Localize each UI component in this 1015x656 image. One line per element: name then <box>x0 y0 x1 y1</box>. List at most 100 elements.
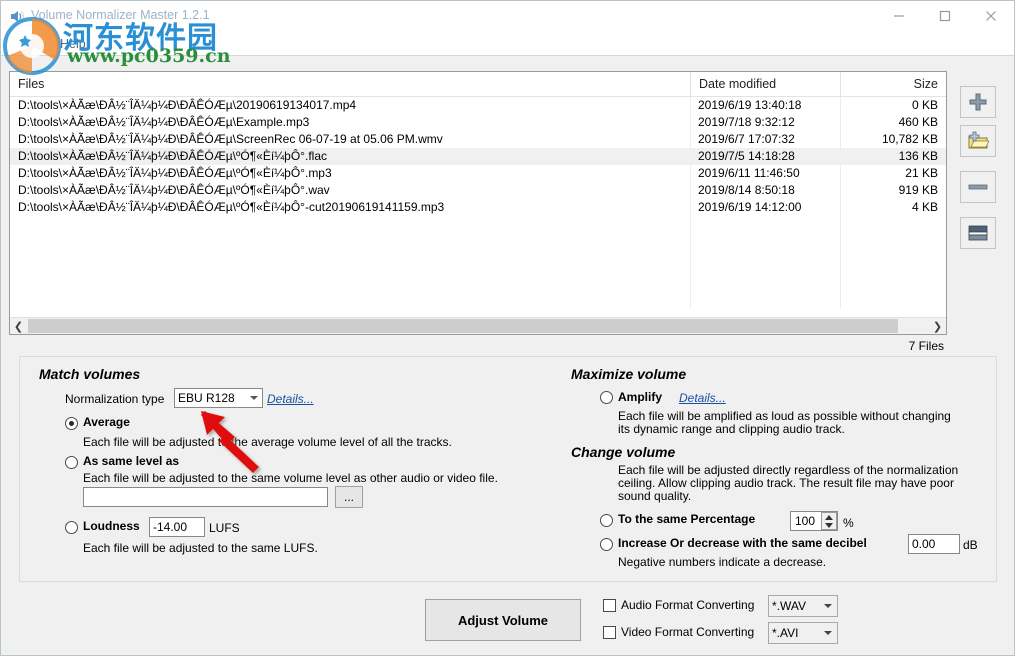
minimize-button[interactable] <box>876 1 922 31</box>
chevron-down-icon <box>250 396 258 400</box>
table-row[interactable]: D:\tools\×ÀÃæ\ÐÂ½¨ÎÄ¼þ¼Ð\ÐÂÊÓÆµ\ºÓ¶«Èí¼þ… <box>10 182 946 199</box>
clear-list-button[interactable] <box>960 217 996 249</box>
average-label: Average <box>83 415 130 429</box>
menu-separator <box>1 55 1014 56</box>
loudness-unit: LUFS <box>209 521 240 535</box>
radio-loudness[interactable] <box>65 521 78 534</box>
folder-plus-icon <box>967 130 989 152</box>
plus-icon <box>967 91 989 113</box>
file-date-modified: 2019/6/19 13:40:18 <box>698 97 801 114</box>
file-date-modified: 2019/6/11 11:46:50 <box>698 165 800 182</box>
change-volume-description-line2: ceiling. Allow clipping audio track. The… <box>618 476 1013 490</box>
video-format-select[interactable]: *.AVI <box>768 622 838 644</box>
column-header-date-modified[interactable]: Date modified <box>690 72 840 96</box>
file-list-header: Files Date modified Size <box>10 72 946 97</box>
file-size: 919 KB <box>840 182 938 199</box>
file-date-modified: 2019/7/18 9:32:12 <box>698 114 795 131</box>
column-header-size[interactable]: Size <box>840 72 946 96</box>
normalization-type-value: EBU R128 <box>178 391 235 405</box>
adjust-volume-button[interactable]: Adjust Volume <box>425 599 581 641</box>
audio-format-select[interactable]: *.WAV <box>768 595 838 617</box>
change-volume-title: Change volume <box>571 444 675 460</box>
stepper-down-icon[interactable] <box>822 521 836 529</box>
radio-as-same-level-as[interactable] <box>65 456 78 469</box>
add-file-button[interactable] <box>960 86 996 118</box>
audio-format-converting-label: Audio Format Converting <box>621 598 754 612</box>
horizontal-scrollbar[interactable]: ❮ ❯ <box>10 317 946 334</box>
file-size: 460 KB <box>840 114 938 131</box>
audio-format-converting-checkbox[interactable] <box>603 599 616 612</box>
match-volumes-title: Match volumes <box>39 366 140 382</box>
file-list-rows: D:\tools\×ÀÃæ\ÐÂ½¨ÎÄ¼þ¼Ð\ÐÂÊÓÆµ\20190619… <box>10 97 946 216</box>
to-same-percentage-label: To the same Percentage <box>618 512 755 526</box>
file-date-modified: 2019/6/19 14:12:00 <box>698 199 801 216</box>
amplify-description-line1: Each file will be amplified as loud as p… <box>618 409 1008 423</box>
decibel-note: Negative numbers indicate a decrease. <box>618 555 988 569</box>
audio-format-value: *.WAV <box>772 599 806 613</box>
add-folder-button[interactable] <box>960 125 996 157</box>
window-title: Volume Normalizer Master 1.2.1 <box>31 8 210 22</box>
radio-average[interactable] <box>65 417 78 430</box>
loudness-description: Each file will be adjusted to the same L… <box>83 541 463 555</box>
file-path: D:\tools\×ÀÃæ\ÐÂ½¨ÎÄ¼þ¼Ð\ÐÂÊÓÆµ\ºÓ¶«Èí¼þ… <box>18 148 327 165</box>
as-same-level-description: Each file will be adjusted to the same v… <box>83 471 563 485</box>
loudness-input[interactable]: -14.00 <box>149 517 205 537</box>
file-path: D:\tools\×ÀÃæ\ÐÂ½¨ÎÄ¼þ¼Ð\ÐÂÊÓÆµ\ºÓ¶«Èí¼þ… <box>18 165 332 182</box>
file-count-label: 7 Files <box>909 339 944 353</box>
scrollbar-thumb[interactable] <box>28 319 898 333</box>
title-bar: Volume Normalizer Master 1.2.1 <box>1 1 1014 32</box>
table-row[interactable]: D:\tools\×ÀÃæ\ÐÂ½¨ÎÄ¼þ¼Ð\ÐÂÊÓÆµ\ºÓ¶«Èí¼þ… <box>10 148 946 165</box>
amplify-label: Amplify <box>618 390 662 404</box>
table-row[interactable]: D:\tools\×ÀÃæ\ÐÂ½¨ÎÄ¼þ¼Ð\ÐÂÊÓÆµ\ºÓ¶«Èí¼þ… <box>10 165 946 182</box>
menu-item-file[interactable]: File <box>15 36 45 52</box>
table-row[interactable]: D:\tools\×ÀÃæ\ÐÂ½¨ÎÄ¼þ¼Ð\ÐÂÊÓÆµ\ºÓ¶«Èí¼þ… <box>10 199 946 216</box>
maximize-button[interactable] <box>922 1 968 31</box>
percentage-stepper[interactable] <box>821 512 837 530</box>
normalization-details-link[interactable]: Details... <box>267 392 314 406</box>
average-description: Each file will be adjusted to the averag… <box>83 435 553 449</box>
as-same-level-label: As same level as <box>83 454 179 468</box>
menu-bar: File Help <box>1 32 1014 55</box>
change-volume-description-line3: sound quality. <box>618 489 1013 503</box>
chevron-left-icon[interactable]: ❮ <box>10 318 27 334</box>
reference-file-input[interactable] <box>83 487 328 507</box>
radio-amplify[interactable] <box>600 391 613 404</box>
file-date-modified: 2019/8/14 8:50:18 <box>698 182 795 199</box>
file-list[interactable]: Files Date modified Size D:\tools\×ÀÃæ\Ð… <box>9 71 947 335</box>
file-path: D:\tools\×ÀÃæ\ÐÂ½¨ÎÄ¼þ¼Ð\ÐÂÊÓÆµ\ºÓ¶«Èí¼þ… <box>18 182 330 199</box>
remove-file-button[interactable] <box>960 171 996 203</box>
file-size: 4 KB <box>840 199 938 216</box>
video-format-converting-label: Video Format Converting <box>621 625 754 639</box>
normalization-type-select[interactable]: EBU R128 <box>174 388 263 408</box>
amplify-details-link[interactable]: Details... <box>679 391 726 405</box>
file-date-modified: 2019/6/7 17:07:32 <box>698 131 795 148</box>
speaker-icon <box>9 8 26 25</box>
table-row[interactable]: D:\tools\×ÀÃæ\ÐÂ½¨ÎÄ¼þ¼Ð\ÐÂÊÓÆµ\Example.… <box>10 114 946 131</box>
video-format-converting-checkbox[interactable] <box>603 626 616 639</box>
file-path: D:\tools\×ÀÃæ\ÐÂ½¨ÎÄ¼þ¼Ð\ÐÂÊÓÆµ\ºÓ¶«Èí¼þ… <box>18 199 444 216</box>
table-row[interactable]: D:\tools\×ÀÃæ\ÐÂ½¨ÎÄ¼þ¼Ð\ÐÂÊÓÆµ\20190619… <box>10 97 946 114</box>
radio-increase-decrease-decibel[interactable] <box>600 538 613 551</box>
close-button[interactable] <box>968 1 1014 31</box>
chevron-down-icon <box>824 604 832 608</box>
app-window: Volume Normalizer Master 1.2.1 File Help <box>0 0 1015 656</box>
maximize-volume-title: Maximize volume <box>571 366 686 382</box>
file-size: 10,782 KB <box>840 131 938 148</box>
file-path: D:\tools\×ÀÃæ\ÐÂ½¨ÎÄ¼þ¼Ð\ÐÂÊÓÆµ\20190619… <box>18 97 356 114</box>
file-date-modified: 2019/7/5 14:18:28 <box>698 148 795 165</box>
radio-to-same-percentage[interactable] <box>600 514 613 527</box>
browse-button[interactable]: ... <box>335 486 363 508</box>
stepper-up-icon[interactable] <box>822 513 836 521</box>
chevron-right-icon[interactable]: ❯ <box>929 318 946 334</box>
file-size: 136 KB <box>840 148 938 165</box>
file-path: D:\tools\×ÀÃæ\ÐÂ½¨ÎÄ¼þ¼Ð\ÐÂÊÓÆµ\ScreenRe… <box>18 131 443 148</box>
file-path: D:\tools\×ÀÃæ\ÐÂ½¨ÎÄ¼þ¼Ð\ÐÂÊÓÆµ\Example.… <box>18 114 309 131</box>
menu-item-help[interactable]: Help <box>55 36 91 52</box>
column-header-files[interactable]: Files <box>10 72 690 96</box>
video-format-value: *.AVI <box>772 626 798 640</box>
decibel-unit: dB <box>963 538 978 552</box>
clear-list-icon <box>967 224 989 242</box>
table-row[interactable]: D:\tools\×ÀÃæ\ÐÂ½¨ÎÄ¼þ¼Ð\ÐÂÊÓÆµ\ScreenRe… <box>10 131 946 148</box>
amplify-description-line2: its dynamic range and clipping audio tra… <box>618 422 1008 436</box>
decibel-input[interactable]: 0.00 <box>908 534 960 554</box>
